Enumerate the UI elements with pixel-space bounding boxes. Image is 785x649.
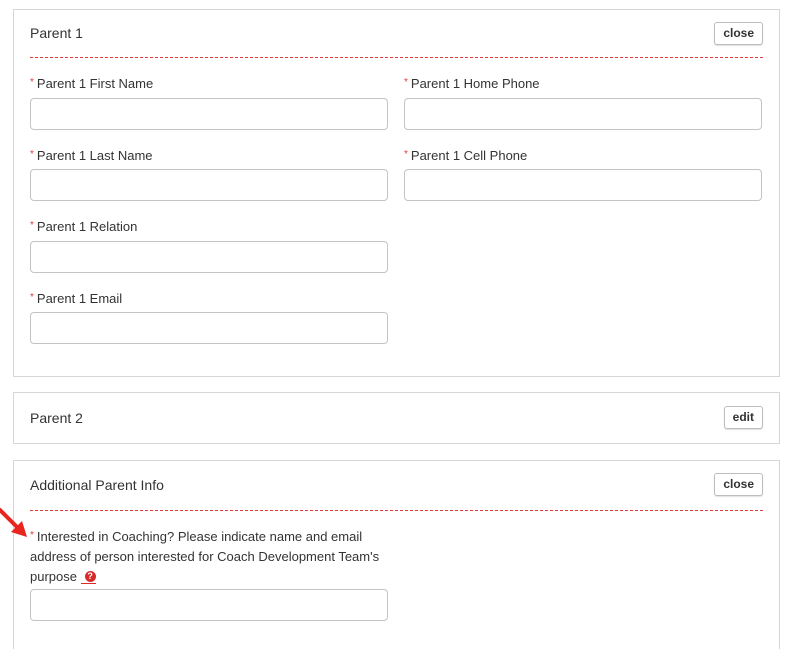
parent-1-panel: Parent 1 close * Parent 1 First Name * Par… — [13, 9, 780, 377]
parent-1-divider — [30, 57, 763, 58]
last-name-input[interactable] — [30, 169, 388, 201]
first-name-label: * Parent 1 First Name — [30, 76, 154, 91]
parent-1-close-button[interactable]: close — [714, 22, 763, 45]
cell-phone-input[interactable] — [404, 169, 762, 201]
question-circle-icon[interactable]: ? — [80, 571, 96, 585]
required-marker: * — [30, 530, 34, 541]
parent-2-title: Parent 2 — [30, 410, 83, 426]
additional-parent-info-panel: Additional Parent Info close * Interested… — [13, 460, 780, 649]
last-name-label: * Parent 1 Last Name — [30, 148, 153, 163]
first-name-input[interactable] — [30, 98, 388, 130]
required-marker: * — [30, 149, 34, 160]
coaching-interest-input[interactable] — [30, 589, 388, 621]
required-marker: * — [30, 292, 34, 303]
parent-2-edit-button[interactable]: edit — [723, 406, 763, 429]
additional-close-button[interactable]: close — [714, 473, 763, 496]
relation-input[interactable] — [30, 241, 388, 273]
required-marker: * — [404, 149, 408, 160]
email-label: * Parent 1 Email — [30, 291, 123, 306]
parent-1-title: Parent 1 — [30, 25, 83, 41]
required-marker: * — [30, 77, 34, 88]
parent-2-panel: Parent 2 edit — [13, 392, 780, 444]
cell-phone-label: * Parent 1 Cell Phone — [404, 148, 528, 163]
additional-divider — [30, 510, 763, 511]
email-input[interactable] — [30, 312, 388, 344]
required-marker: * — [30, 220, 34, 231]
additional-parent-info-title: Additional Parent Info — [30, 477, 164, 493]
home-phone-label: * Parent 1 Home Phone — [404, 76, 540, 91]
relation-label: * Parent 1 Relation — [30, 219, 138, 234]
required-marker: * — [404, 77, 408, 88]
red-arrow-annotation — [0, 508, 27, 537]
coaching-interest-label: * Interested in Coaching? Please indicate… — [30, 529, 380, 585]
home-phone-input[interactable] — [404, 98, 762, 130]
